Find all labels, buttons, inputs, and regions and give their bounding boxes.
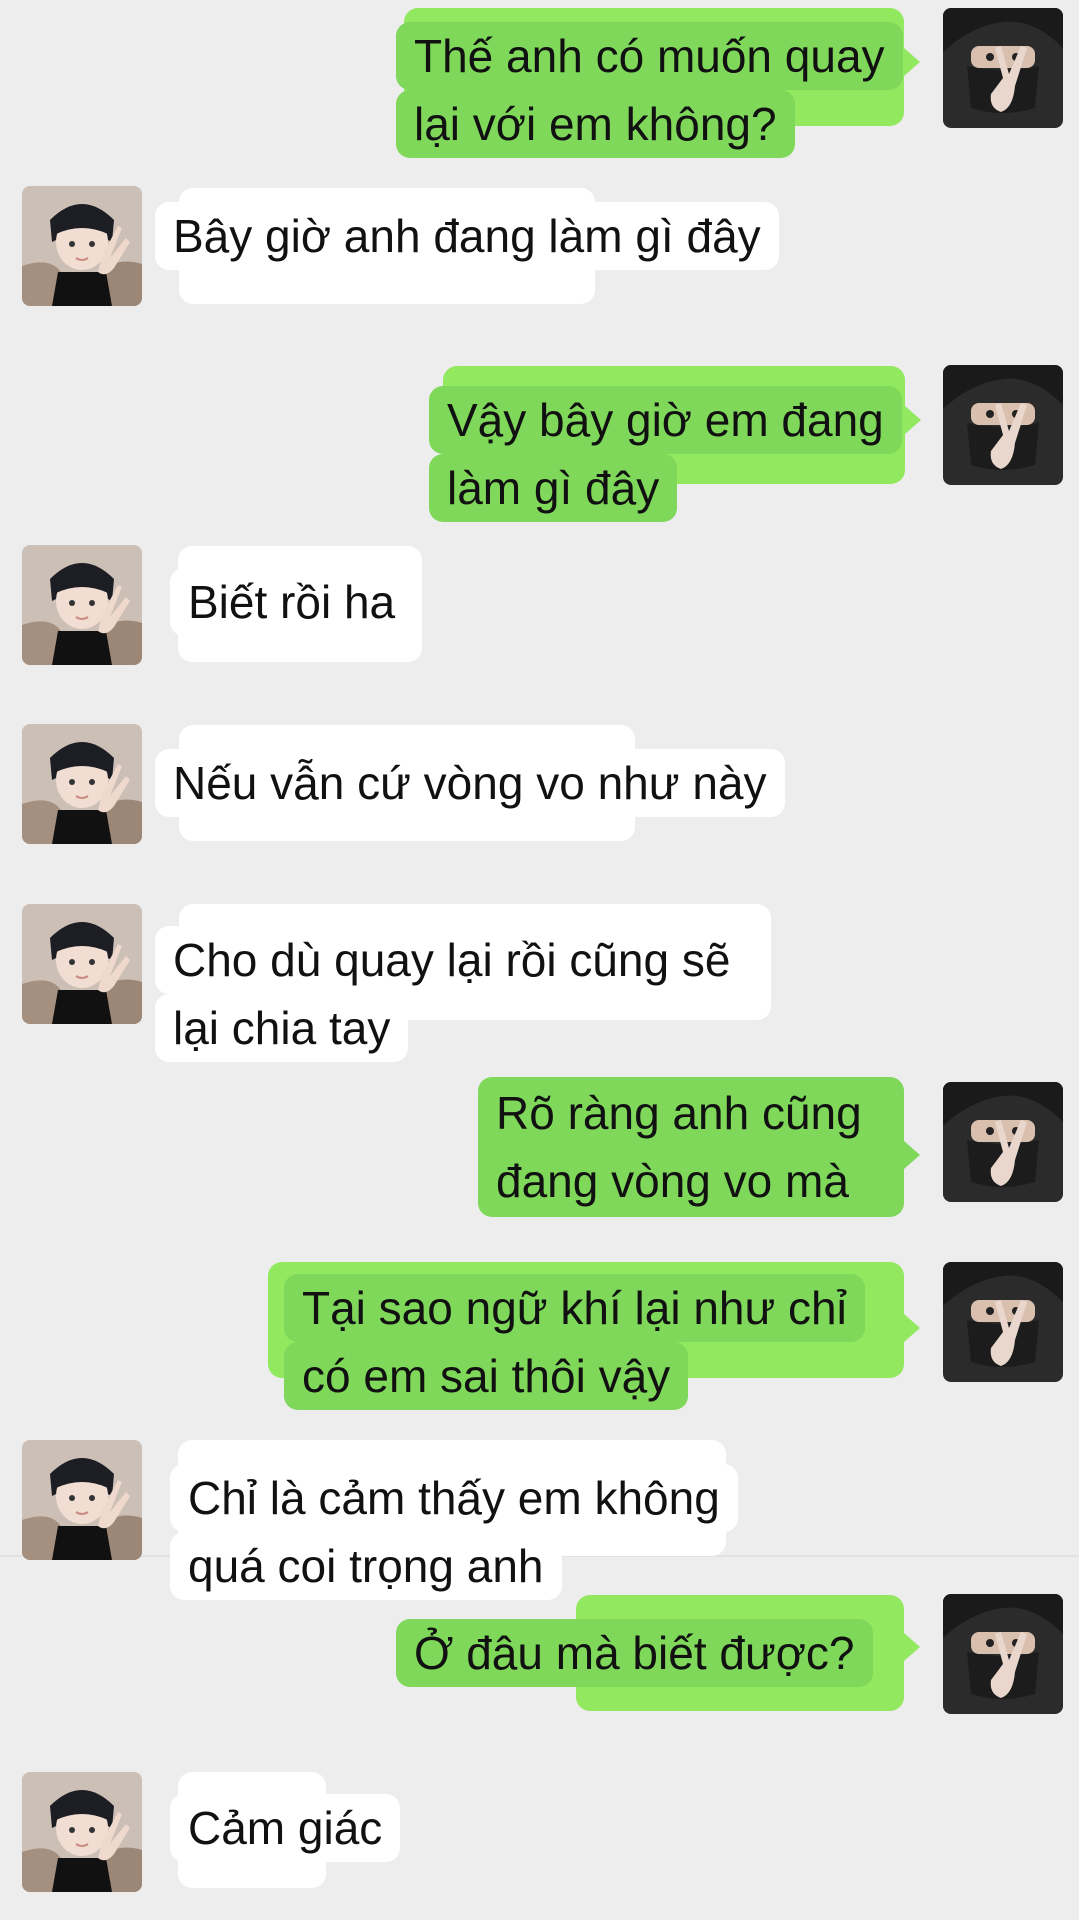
message-line: đang vòng vo mà: [496, 1155, 849, 1207]
chat-window: Thế anh có muốn quay lại với em không? B…: [0, 0, 1079, 1920]
avatar-masked-boy-icon[interactable]: [943, 8, 1063, 128]
avatar-boy-icon[interactable]: [22, 724, 142, 844]
avatar-masked-boy-icon[interactable]: [943, 1594, 1063, 1714]
message-line: Chỉ là cảm thấy em không: [170, 1464, 738, 1532]
message-line: có em sai thôi vậy: [284, 1342, 689, 1410]
avatar-masked-boy-icon[interactable]: [943, 1262, 1063, 1382]
message-line: lại với em không?: [396, 90, 795, 158]
avatar-boy-icon[interactable]: [22, 1440, 142, 1560]
message-line: Vậy bây giờ em đang: [429, 386, 902, 454]
message-line: Thế anh có muốn quay: [396, 22, 903, 90]
avatar-boy-icon[interactable]: [22, 545, 142, 665]
message-line: Biết rồi ha: [170, 568, 414, 636]
avatar-boy-icon[interactable]: [22, 186, 142, 306]
message-line: quá coi trọng anh: [170, 1532, 562, 1600]
message-line: Rõ ràng anh cũng: [496, 1087, 862, 1139]
avatar-masked-boy-icon[interactable]: [943, 365, 1063, 485]
message-line: Cảm giác: [170, 1794, 401, 1862]
message-line: Bây giờ anh đang làm gì đây: [155, 202, 779, 270]
message-line: làm gì đây: [429, 454, 678, 522]
message-line: Cho dù quay lại rồi cũng sẽ: [155, 926, 749, 994]
message-line: Nếu vẫn cứ vòng vo như này: [155, 749, 785, 817]
avatar-boy-icon[interactable]: [22, 1772, 142, 1892]
message-line: lại chia tay: [155, 994, 409, 1062]
avatar-masked-boy-icon[interactable]: [943, 1082, 1063, 1202]
message-line: Ở đâu mà biết được?: [396, 1619, 873, 1687]
avatar-boy-icon[interactable]: [22, 904, 142, 1024]
message-line: Tại sao ngữ khí lại như chỉ: [284, 1274, 865, 1342]
